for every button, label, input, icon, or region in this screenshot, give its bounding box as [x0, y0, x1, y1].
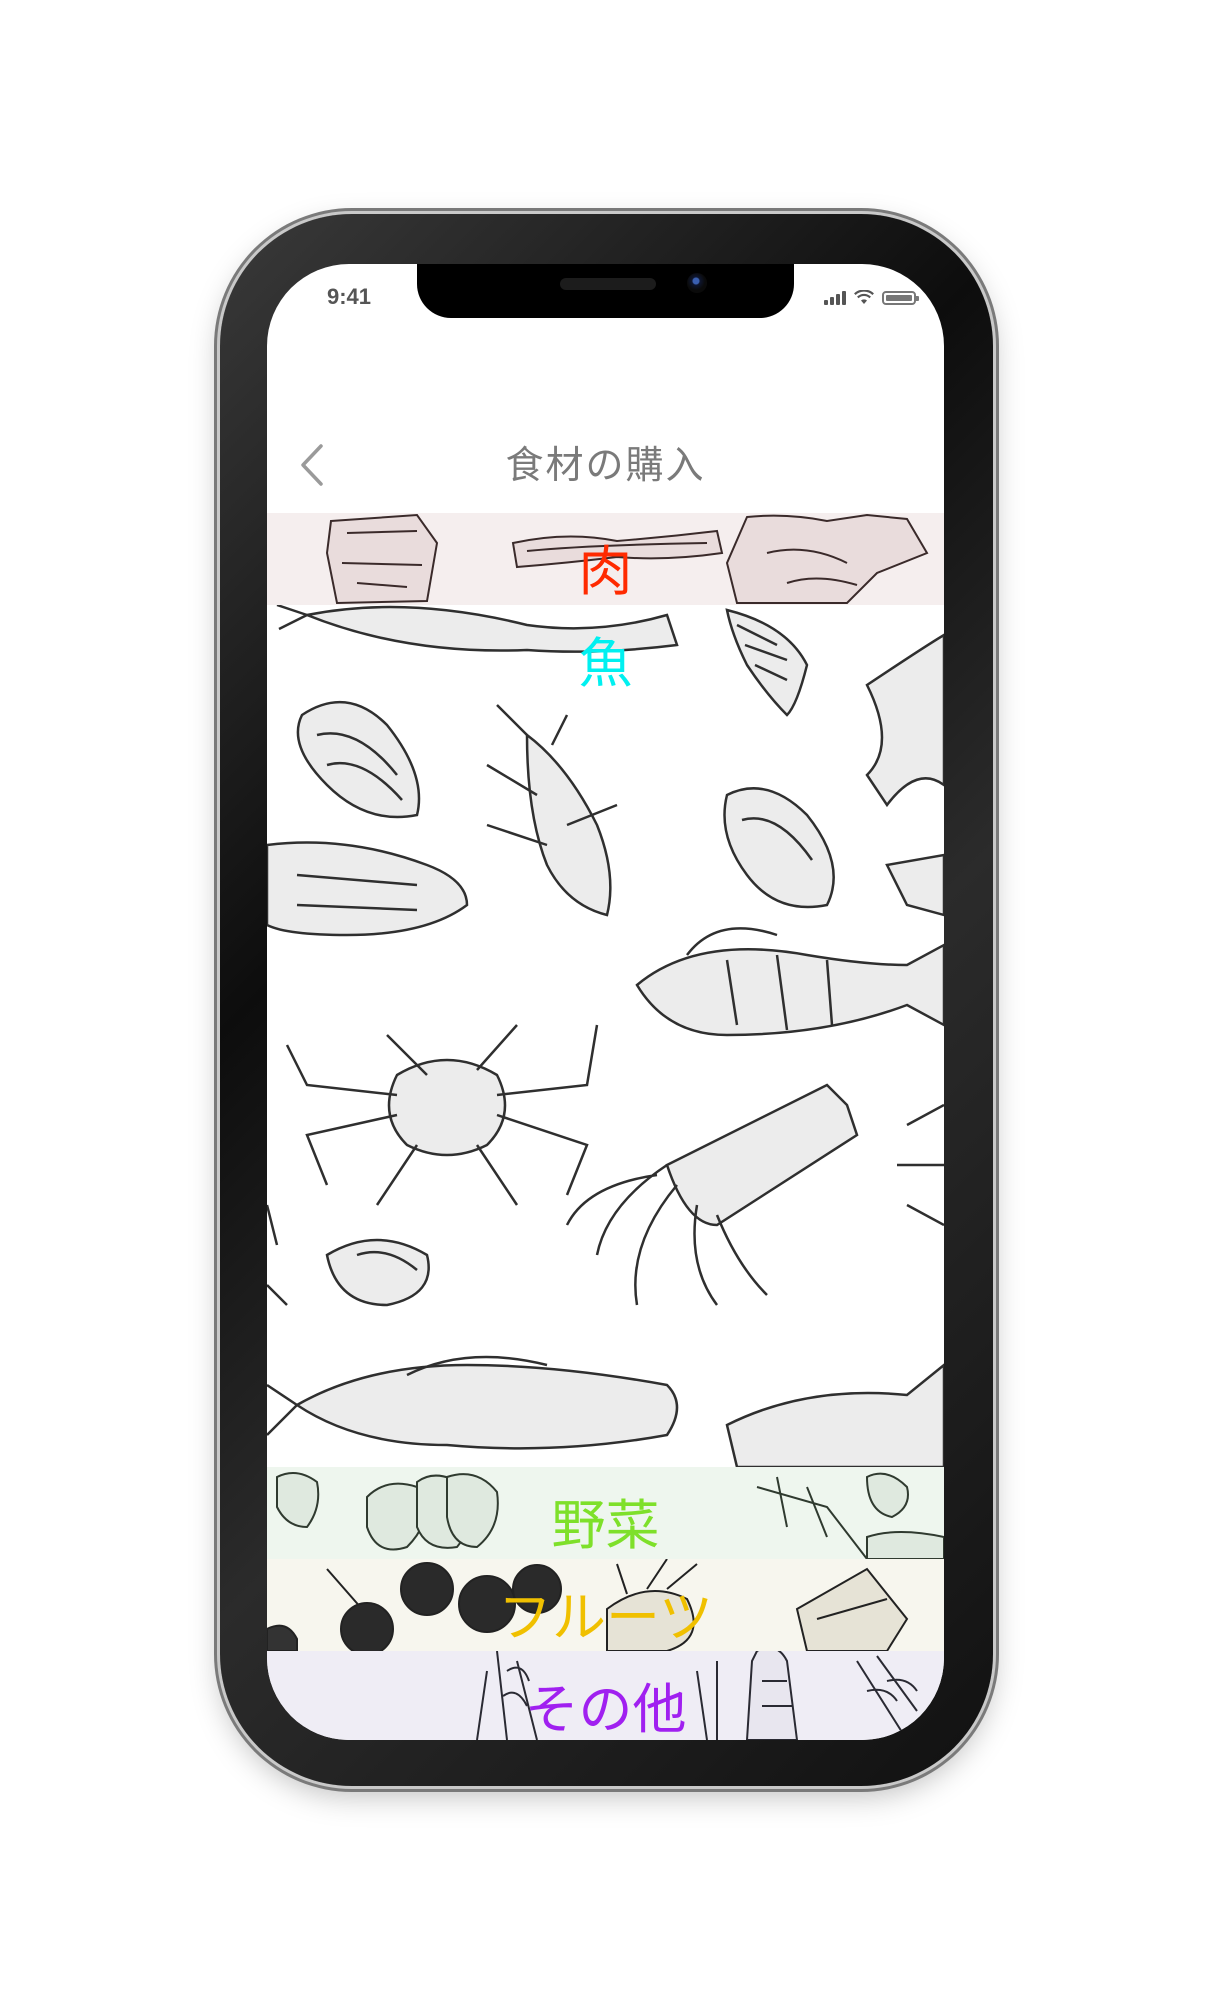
earpiece-speaker	[560, 278, 656, 290]
status-time: 9:41	[327, 284, 372, 309]
category-fish[interactable]: 魚	[267, 605, 944, 1467]
wifi-icon	[854, 290, 874, 304]
front-camera	[687, 273, 707, 293]
battery-icon	[882, 290, 919, 305]
notch	[417, 264, 794, 318]
category-label: 魚	[578, 632, 633, 695]
seafood-illustration	[267, 605, 944, 1467]
category-label: 肉	[578, 540, 633, 603]
category-label: 野菜	[551, 1494, 660, 1557]
category-vegetables[interactable]: 野菜	[267, 1467, 944, 1559]
category-label: フルーツ	[498, 1586, 713, 1649]
status-icons	[824, 290, 919, 305]
cellular-signal-icon	[824, 290, 846, 305]
page-title: 食材の購入	[505, 443, 706, 487]
phone-screen: 9:41 食材の購入 肉 魚 野菜 フルーツ その他	[267, 264, 944, 1740]
category-other[interactable]: その他	[267, 1651, 944, 1740]
category-label: その他	[524, 1678, 687, 1740]
device-mockup: 9:41 食材の購入 肉 魚 野菜 フルーツ その他	[0, 0, 1212, 2000]
category-fruit[interactable]: フルーツ	[267, 1559, 944, 1651]
category-meat[interactable]: 肉	[267, 513, 944, 605]
